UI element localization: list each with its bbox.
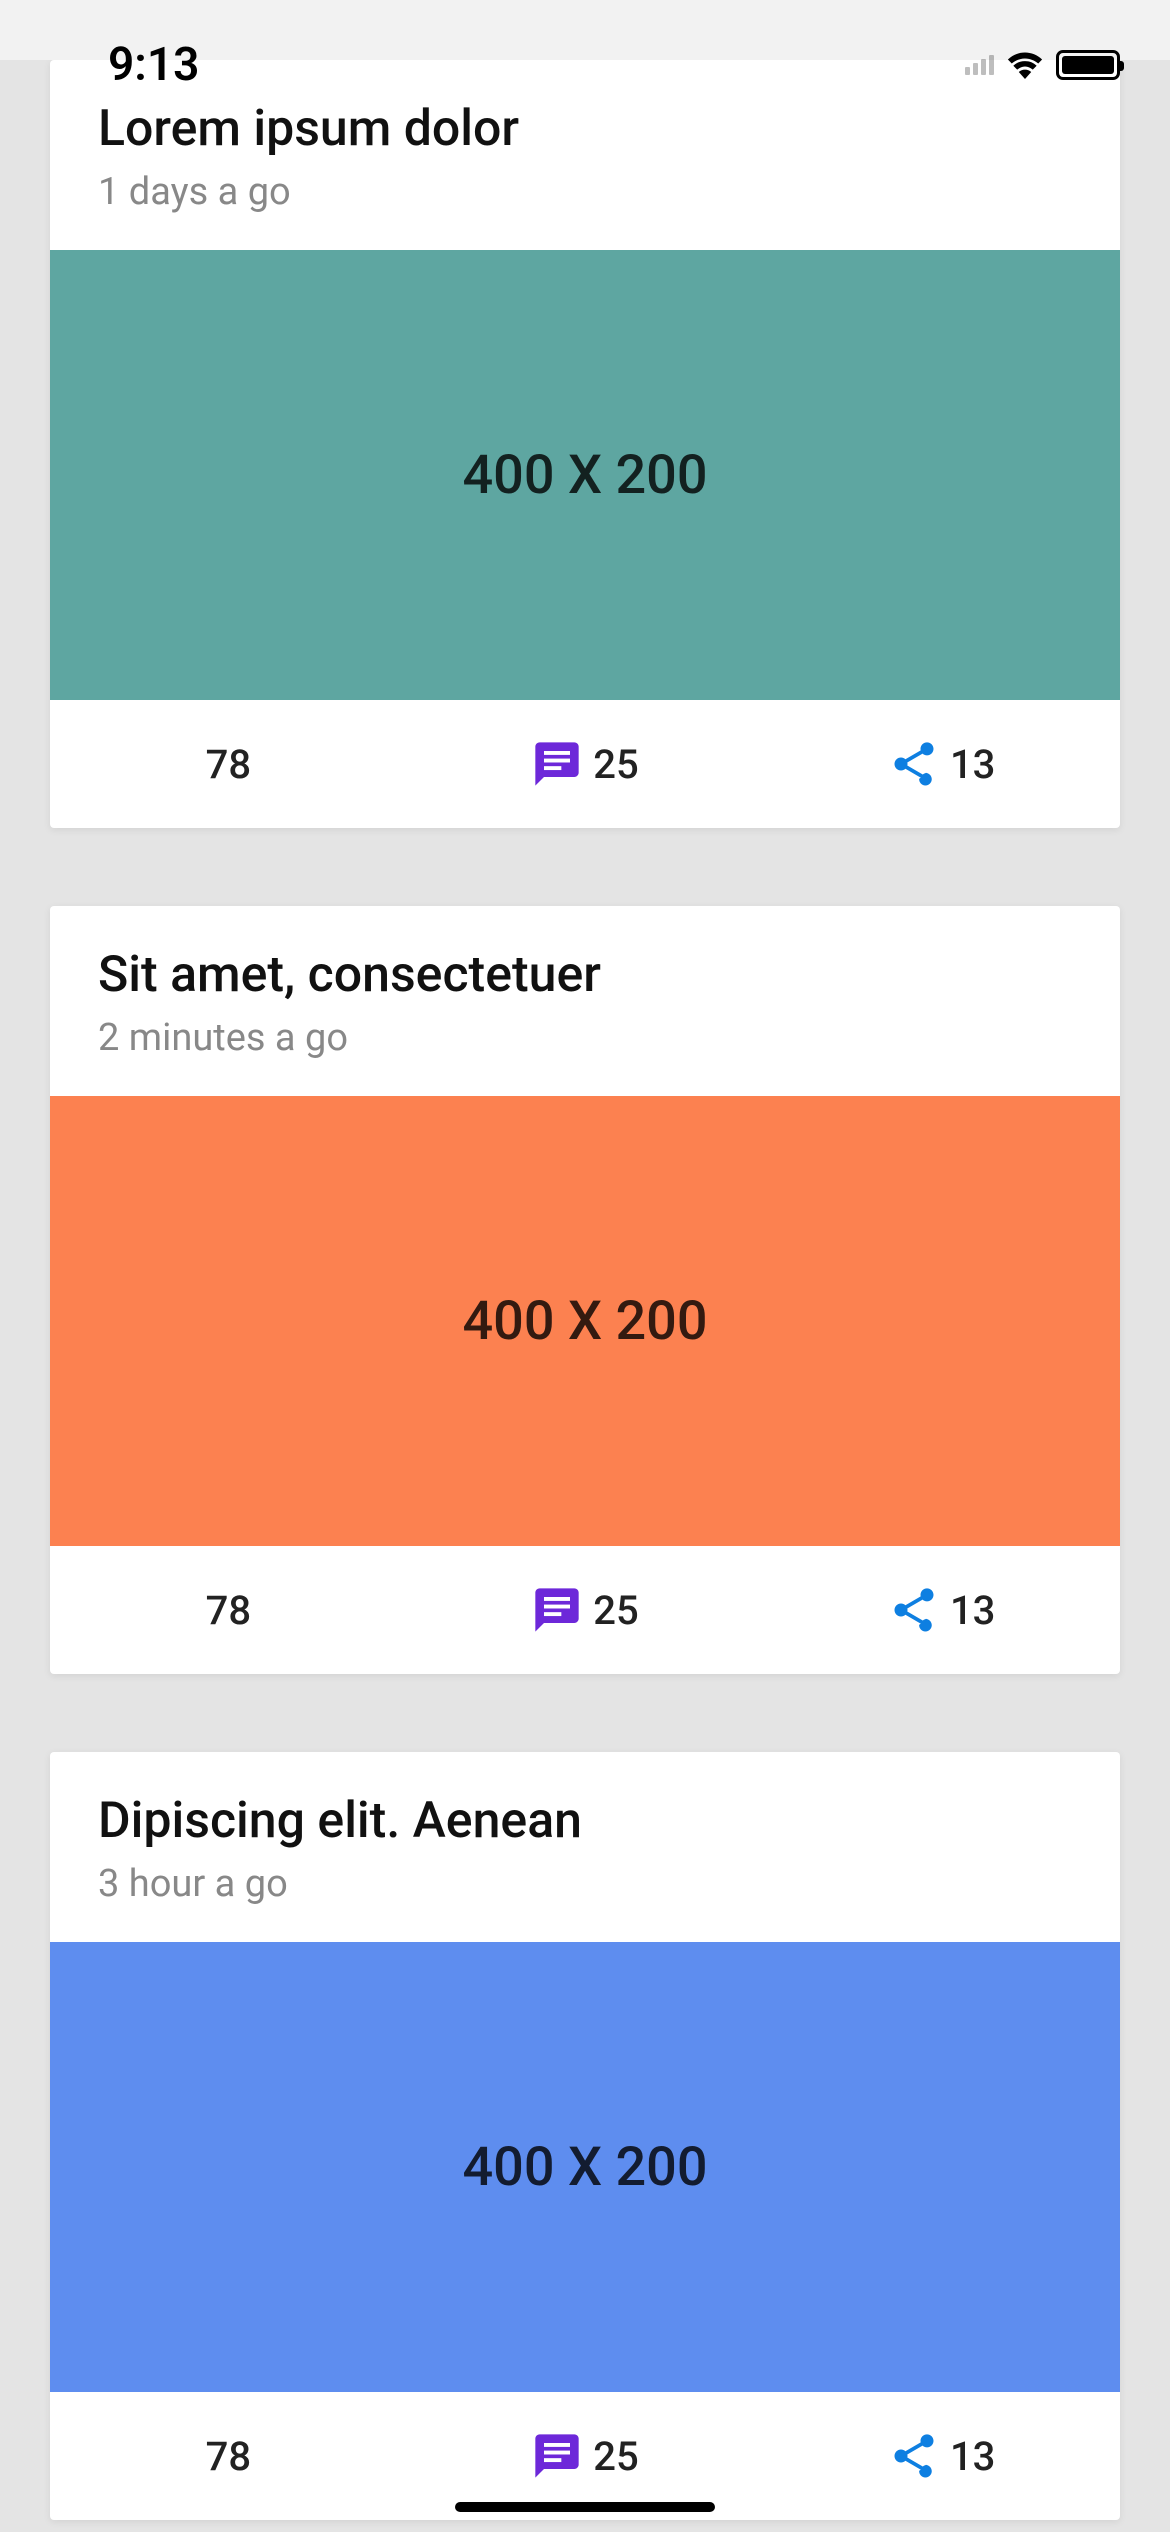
image-placeholder-label: 400 X 200 — [462, 2136, 707, 2199]
post-image[interactable]: 400 X 200 — [50, 1096, 1120, 1546]
card-header: Dipiscing elit. Aenean 3 hour a go — [50, 1752, 1120, 1942]
post-time: 3 hour a go — [98, 1862, 1072, 1906]
comments-button[interactable]: 25 — [407, 2430, 764, 2482]
comments-count: 25 — [593, 2433, 638, 2480]
post-time: 2 minutes a go — [98, 1016, 1072, 1060]
share-button[interactable]: 13 — [763, 2430, 1120, 2482]
comments-count: 25 — [593, 741, 638, 788]
likes-button[interactable]: 78 — [50, 741, 407, 788]
post-card[interactable]: Lorem ipsum dolor 1 days a go 400 X 200 … — [50, 60, 1120, 828]
post-title: Lorem ipsum dolor — [98, 100, 1072, 158]
home-indicator[interactable] — [455, 2502, 715, 2512]
card-footer: 78 25 13 — [50, 2392, 1120, 2520]
shares-count: 13 — [950, 741, 995, 788]
post-card[interactable]: Dipiscing elit. Aenean 3 hour a go 400 X… — [50, 1752, 1120, 2520]
post-image[interactable]: 400 X 200 — [50, 1942, 1120, 2392]
likes-count: 78 — [206, 741, 251, 788]
post-title: Sit amet, consectetuer — [98, 946, 1072, 1004]
battery-icon — [1056, 50, 1120, 80]
likes-button[interactable]: 78 — [50, 2433, 407, 2480]
share-icon — [888, 2430, 940, 2482]
shares-count: 13 — [950, 2433, 995, 2480]
comments-button[interactable]: 25 — [407, 1584, 764, 1636]
share-button[interactable]: 13 — [763, 738, 1120, 790]
status-indicators — [965, 50, 1120, 80]
cellular-icon — [965, 55, 994, 75]
card-footer: 78 25 13 — [50, 1546, 1120, 1674]
status-time: 9:13 — [108, 38, 199, 92]
comment-icon — [531, 738, 583, 790]
share-icon — [888, 1584, 940, 1636]
image-placeholder-label: 400 X 200 — [462, 1290, 707, 1353]
likes-button[interactable]: 78 — [50, 1587, 407, 1634]
comment-icon — [531, 1584, 583, 1636]
share-icon — [888, 738, 940, 790]
feed-list[interactable]: Lorem ipsum dolor 1 days a go 400 X 200 … — [0, 0, 1170, 2520]
image-placeholder-label: 400 X 200 — [462, 444, 707, 507]
post-card[interactable]: Sit amet, consectetuer 2 minutes a go 40… — [50, 906, 1120, 1674]
shares-count: 13 — [950, 1587, 995, 1634]
card-header: Sit amet, consectetuer 2 minutes a go — [50, 906, 1120, 1096]
comments-count: 25 — [593, 1587, 638, 1634]
wifi-icon — [1006, 51, 1044, 79]
post-title: Dipiscing elit. Aenean — [98, 1792, 1072, 1850]
likes-count: 78 — [206, 1587, 251, 1634]
comment-icon — [531, 2430, 583, 2482]
post-image[interactable]: 400 X 200 — [50, 250, 1120, 700]
card-footer: 78 25 13 — [50, 700, 1120, 828]
share-button[interactable]: 13 — [763, 1584, 1120, 1636]
likes-count: 78 — [206, 2433, 251, 2480]
post-time: 1 days a go — [98, 170, 1072, 214]
comments-button[interactable]: 25 — [407, 738, 764, 790]
status-bar: 9:13 — [0, 0, 1170, 100]
